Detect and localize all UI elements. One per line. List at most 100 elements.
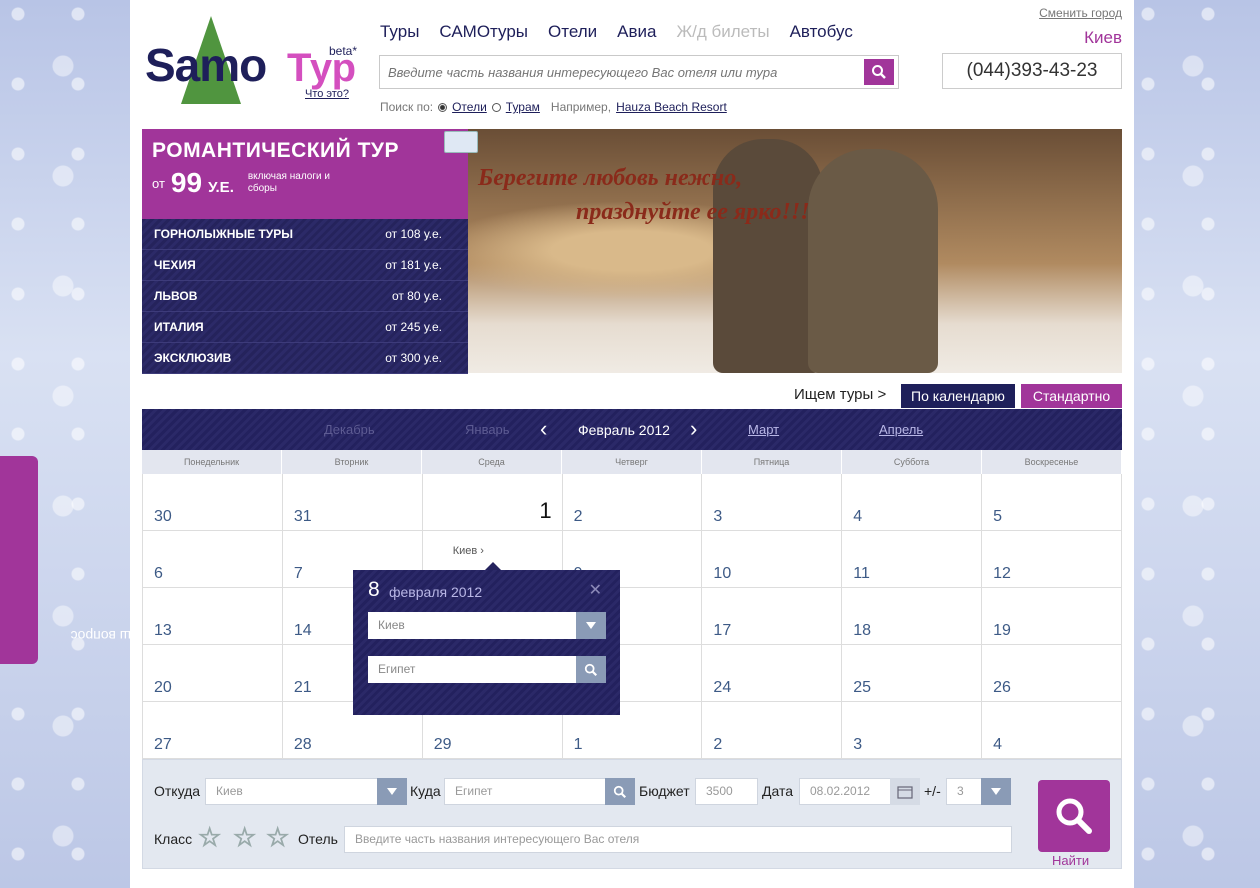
calendar-day[interactable]: 30 — [143, 474, 283, 531]
day-route[interactable]: Киев › — [453, 545, 484, 557]
date-popup: 8 февраля 2012 ✕ Киев Египет — [353, 562, 620, 715]
weekday: Понедельник — [142, 450, 282, 474]
chevron-right-icon[interactable]: › — [690, 416, 697, 442]
day-number: 4 — [853, 508, 863, 525]
calendar-day[interactable]: 26 — [982, 645, 1122, 702]
promo-header[interactable]: РОМАНТИЧЕСКИЙ ТУР от 99 У.Е. включая нал… — [142, 129, 468, 219]
budget-input[interactable]: 3500 — [695, 778, 758, 805]
promo-item[interactable]: ЭКСКЛЮЗИВ от 300 у.е. — [142, 343, 468, 374]
search-input[interactable] — [380, 56, 860, 88]
option-tours[interactable]: Турам — [506, 100, 540, 114]
promo-item-price: от 181 у.е. — [385, 258, 442, 272]
nav-bus[interactable]: Автобус — [790, 22, 853, 42]
option-hotels[interactable]: Отели — [452, 100, 487, 114]
class-label: Класс — [154, 831, 193, 847]
nav-avia[interactable]: Авиа — [617, 22, 656, 42]
chevron-down-icon[interactable] — [377, 778, 407, 805]
find-button[interactable] — [1038, 780, 1110, 852]
promo-price: 99 — [170, 167, 203, 198]
tab-calendar[interactable]: По календарю — [901, 384, 1015, 408]
calendar-day[interactable]: 2 — [562, 474, 703, 531]
banner-image[interactable]: Берегите любовь нежно, празднуйте ее ярк… — [468, 129, 1122, 373]
calendar-day[interactable]: 31 — [282, 474, 423, 531]
calendar-day[interactable]: 17 — [702, 588, 843, 645]
search-form: Откуда Киев Куда Египет Бюджет 3500 Дата… — [142, 759, 1122, 869]
calendar-day[interactable]: 3 — [702, 474, 843, 531]
calendar-day[interactable]: 11 — [842, 531, 983, 588]
what-is-it-link[interactable]: Что это? — [305, 88, 349, 100]
nav-tours[interactable]: Туры — [380, 22, 419, 42]
share-icon[interactable] — [444, 131, 478, 153]
calendar-day[interactable]: 3 — [842, 702, 983, 759]
star-icon[interactable]: ☆ — [265, 822, 289, 853]
change-city-link[interactable]: Сменить город — [1039, 6, 1122, 20]
chevron-down-icon[interactable] — [981, 778, 1011, 805]
calendar-day[interactable]: 5 — [982, 474, 1122, 531]
days-range-select[interactable]: 3 — [946, 778, 1011, 805]
radio-hotels[interactable] — [438, 102, 448, 112]
example-link[interactable]: Hauza Beach Resort — [616, 100, 727, 114]
day-number: 4 — [993, 736, 1003, 753]
calendar-day[interactable]: 12 — [982, 531, 1122, 588]
calendar-day[interactable]: 24 — [702, 645, 843, 702]
search-icon[interactable] — [576, 656, 606, 683]
hotel-input[interactable]: Введите часть названия интересующего Вас… — [344, 826, 1012, 853]
budget-label: Бюджет — [639, 783, 690, 799]
calendar-day[interactable]: 10 — [702, 531, 843, 588]
calendar-day[interactable]: 1 — [422, 474, 563, 531]
from-select[interactable]: Киев — [205, 778, 407, 805]
day-number: 20 — [154, 679, 172, 696]
calendar-day[interactable]: 4 — [982, 702, 1122, 759]
search-by: Поиск по: Отели Турам Например, Hauza Be… — [380, 100, 727, 114]
nav-rail: Ж/д билеты — [676, 22, 770, 41]
day-number: 17 — [713, 622, 732, 639]
from-label: Откуда — [154, 783, 201, 799]
search-icon[interactable] — [605, 778, 635, 805]
calendar-day[interactable]: 19 — [982, 588, 1122, 645]
promo-item-price: от 300 у.е. — [385, 351, 442, 365]
example-label: Например, — [550, 100, 612, 114]
promo-tax-note: включая налоги и сборы — [247, 171, 330, 194]
promo-item[interactable]: ИТАЛИЯ от 245 у.е. — [142, 312, 468, 343]
promo-item[interactable]: ЧЕХИЯ от 181 у.е. — [142, 250, 468, 281]
chevron-down-icon[interactable] — [576, 612, 606, 639]
date-input[interactable]: 08.02.2012 — [799, 778, 920, 805]
to-input[interactable]: Египет — [444, 778, 635, 805]
ask-question-tab[interactable]: Задайте ваш вопрос ▲▲ — [0, 456, 204, 664]
radio-tours[interactable] — [491, 102, 501, 112]
promo-item[interactable]: ЛЬВОВ от 80 у.е. — [142, 281, 468, 312]
day-number: 11 — [853, 565, 870, 582]
day-number: 12 — [993, 565, 1011, 582]
promo-item-price: от 108 у.е. — [385, 227, 442, 241]
popup-from-select[interactable]: Киев — [368, 612, 606, 639]
calendar-day[interactable]: 13 — [143, 588, 283, 645]
nav-hotels[interactable]: Отели — [548, 22, 597, 42]
star-icon[interactable]: ☆ — [232, 822, 256, 853]
nav-samotours[interactable]: САМОтуры — [439, 22, 528, 42]
tab-standard[interactable]: Стандартно — [1021, 384, 1122, 408]
weekday-row: Понедельник Вторник Среда Четверг Пятниц… — [142, 450, 1122, 474]
popup-to-input[interactable]: Египет — [368, 656, 606, 683]
calendar-icon[interactable] — [890, 778, 920, 805]
calendar-day[interactable]: 25 — [842, 645, 983, 702]
day-route-from: Киев — [452, 545, 478, 557]
calendar-day[interactable]: 2 — [702, 702, 843, 759]
calendar-day[interactable]: 6 — [143, 531, 283, 588]
day-number: 1 — [539, 498, 552, 523]
weekday: Суббота — [842, 450, 982, 474]
calendar-day[interactable]: 27 — [143, 702, 283, 759]
month-march[interactable]: Март — [748, 422, 779, 437]
logo[interactable]: Samo Тур beta* Что это? — [145, 16, 370, 110]
star-icon[interactable]: ☆ — [197, 822, 221, 853]
search-button[interactable] — [864, 59, 894, 85]
page: Samo Тур beta* Что это? Туры САМОтуры От… — [130, 0, 1134, 888]
calendar-day[interactable]: 20 — [143, 645, 283, 702]
calendar-day[interactable]: 18 — [842, 588, 983, 645]
month-april[interactable]: Апрель — [879, 422, 923, 437]
promo-item[interactable]: ГОРНОЛЫЖНЫЕ ТУРЫ от 108 у.е. — [142, 219, 468, 250]
calendar-day[interactable]: 4 — [842, 474, 983, 531]
close-icon[interactable]: ✕ — [589, 580, 602, 600]
chevron-right-icon: › — [477, 545, 484, 557]
find-label[interactable]: Найти — [1052, 853, 1089, 868]
chevron-left-icon[interactable]: ‹ — [540, 416, 547, 442]
